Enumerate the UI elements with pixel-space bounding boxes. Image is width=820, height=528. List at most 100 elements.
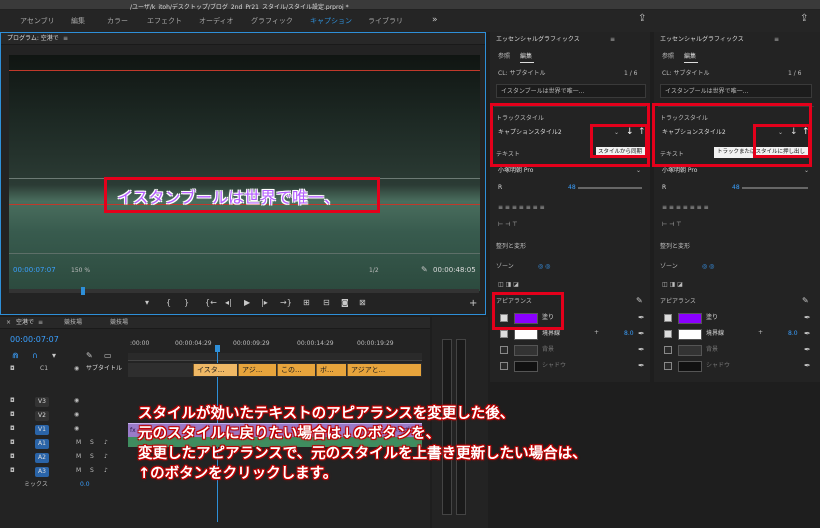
eg1-eyedropper-icon[interactable]: ✒ [638,314,645,322]
eg2-stroke-swatch[interactable] [678,329,702,340]
eg1-transform-icons[interactable]: ◫ ◨ ◪ [498,282,519,288]
mark-in-icon[interactable]: { [166,299,171,307]
eg1-bg-checkbox[interactable] [500,346,508,354]
eg1-tracking-icons[interactable]: ⊢ ⊣ ⊤ [498,222,518,228]
subtitle-clip-3[interactable]: ボ... [316,364,346,376]
eg2-eyedropper-icon-2[interactable]: ✒ [804,330,811,338]
insert-icon[interactable]: ⊞ [303,299,310,307]
lock-icon-a1[interactable]: ◘ [10,440,15,446]
eg2-eyedropper-icon-4[interactable]: ✒ [804,362,811,370]
timeline-settings-icon[interactable]: ✎ [86,352,93,360]
go-to-out-icon[interactable]: →} [280,299,292,307]
go-to-in-icon[interactable]: {← [205,299,217,307]
subtitle-track-lane[interactable]: イスタ... アジ... この... ボ... アジアと... [128,363,422,377]
program-video-frame[interactable]: イスタンブールは世界で唯一、 [9,55,480,291]
eg1-eyedropper-icon-3[interactable]: ✒ [638,346,645,354]
eye-icon[interactable]: ◉ [74,366,79,372]
track-label-v1[interactable]: V1 [35,425,49,435]
overwrite-icon[interactable]: ⊟ [323,299,330,307]
eg2-weight-select[interactable]: R [662,185,666,191]
lock-icon-a2[interactable]: ◘ [10,454,15,460]
subtitle-clip-2[interactable]: この... [277,364,315,376]
lock-icon-v2[interactable]: ◘ [10,412,15,418]
workspace-captions[interactable]: キャプション [310,16,352,26]
eg1-font-size[interactable]: 48 [568,185,576,191]
timeline-tab-2[interactable]: 競技場 [110,320,128,326]
step-forward-icon[interactable]: |▸ [261,299,268,307]
eg2-fill-swatch[interactable] [678,313,702,324]
eg2-align-icons[interactable]: ≡ ≡ ≡ ≡ ≡ ≡ ≡ [662,205,709,211]
eg1-menu-icon[interactable]: ≡ [610,37,615,43]
eg2-eyedropper-icon[interactable]: ✒ [804,314,811,322]
mic-icon-a2[interactable]: ♪ [104,454,108,460]
eg2-font-chevron-icon[interactable]: ⌄ [804,168,809,174]
eg2-position-values[interactable]: ◎ ◎ [702,264,714,270]
track-label-a2[interactable]: A2 [35,453,49,463]
eg2-tracking-icons[interactable]: ⊢ ⊣ ⊤ [662,222,682,228]
mic-icon-a1[interactable]: ♪ [104,440,108,446]
eg1-font-select[interactable]: 小塚明朝 Pro [498,168,533,174]
wrench-icon[interactable]: ✎ [421,266,428,274]
add-marker-icon[interactable]: ▾ [52,352,56,360]
snap-icon[interactable]: ⋒ [12,352,19,360]
eg2-font-select[interactable]: 小塚明朝 Pro [662,168,697,174]
workspace-color[interactable]: カラー [107,16,128,26]
eye-icon-v1[interactable]: ◉ [74,426,79,432]
solo-a3[interactable]: S [90,468,94,474]
mark-out-icon[interactable]: } [184,299,189,307]
play-icon[interactable]: ▶ [244,299,250,307]
eg2-tab-edit[interactable]: 編集 [684,54,696,60]
monitor-scrub-bar[interactable] [9,287,479,295]
eg1-eyedropper-icon-2[interactable]: ✒ [638,330,645,338]
workspace-edit[interactable]: 編集 [71,16,85,26]
time-ruler[interactable] [128,353,422,361]
eg2-font-size[interactable]: 48 [732,185,740,191]
panel-menu-icon-2[interactable]: ≡ [38,320,43,326]
track-label-v3[interactable]: V3 [35,397,49,407]
panel-menu-icon[interactable]: ≡ [63,36,68,42]
linked-selection-icon[interactable]: ∩ [32,352,38,360]
eg2-fill-checkbox[interactable] [664,314,672,322]
track-label-a3[interactable]: A3 [35,467,49,477]
eg1-align-icons[interactable]: ≡ ≡ ≡ ≡ ≡ ≡ ≡ [498,205,545,211]
eg2-bg-swatch[interactable] [678,345,702,356]
lock-icon-v1[interactable]: ◘ [10,426,15,432]
share-icon[interactable]: ⇪ [638,14,646,24]
workspace-effects[interactable]: エフェクト [147,16,182,26]
eg2-size-slider[interactable] [742,187,808,189]
eg1-shadow-swatch[interactable] [514,361,538,372]
mix-value[interactable]: 0.0 [80,482,90,488]
eg1-add-stroke-icon[interactable]: + [594,330,599,336]
subtitle-clip-1[interactable]: アジ... [238,364,276,376]
add-button-icon[interactable]: + [469,299,477,309]
camera-icon[interactable]: ◙ [341,299,349,307]
eg1-stroke-checkbox[interactable] [500,330,508,338]
eg2-shadow-swatch[interactable] [678,361,702,372]
eg1-weight-select[interactable]: R [498,185,502,191]
captions-icon[interactable]: ▭ [104,352,112,360]
eg1-stroke-swatch[interactable] [514,329,538,340]
lock-icon-v3[interactable]: ◘ [10,398,15,404]
playhead-timecode[interactable]: 00:00:07:07 [13,267,56,274]
eg1-size-slider[interactable] [578,187,642,189]
close-tab-icon[interactable]: × [6,320,11,326]
timeline-playhead-head[interactable] [215,345,220,352]
more-workspaces-icon[interactable]: » [432,16,438,25]
track-label-v2[interactable]: V2 [35,411,49,421]
marker-icon[interactable]: ▾ [145,299,149,307]
eg2-shadow-checkbox[interactable] [664,362,672,370]
track-label-a1[interactable]: A1 [35,439,49,449]
eg2-menu-icon[interactable]: ≡ [774,37,779,43]
timeline-tab-1[interactable]: 競技場 [64,320,82,326]
eg2-tab-browse[interactable]: 参照 [662,54,674,60]
lock-icon-a3[interactable]: ◘ [10,468,15,474]
eg1-font-chevron-icon[interactable]: ⌄ [636,168,641,174]
eg2-add-stroke-icon[interactable]: + [758,330,763,336]
mute-a2[interactable]: M [76,454,81,460]
step-back-icon[interactable]: ◂| [225,299,232,307]
eg1-tab-edit[interactable]: 編集 [520,54,532,60]
eg1-stroke-value[interactable]: 8.0 [624,331,634,337]
eg2-text-preview[interactable]: イスタンブールは世界で唯一... [660,84,812,98]
eye-icon-v3[interactable]: ◉ [74,398,79,404]
workspace-libraries[interactable]: ライブラリ [368,16,403,26]
